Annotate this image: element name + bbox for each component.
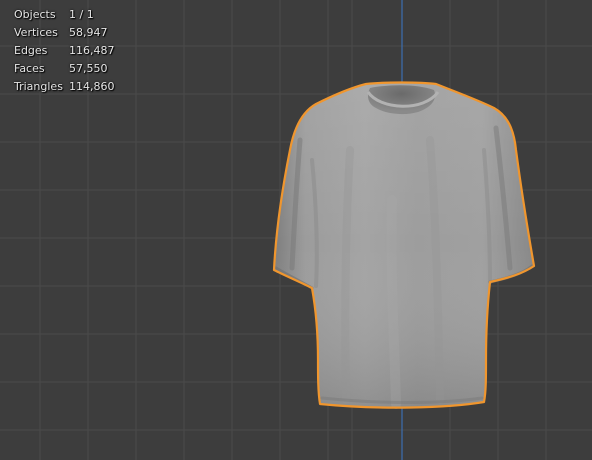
stat-row-edges: Edges 116,487	[14, 42, 115, 60]
stat-row-triangles: Triangles 114,860	[14, 78, 115, 96]
stat-label-objects: Objects	[14, 8, 56, 21]
stat-row-faces: Faces 57,550	[14, 60, 115, 78]
stat-label-edges: Edges	[14, 44, 48, 57]
3d-viewport[interactable]: Objects 1 / 1 Vertices 58,947 Edges 116,…	[0, 0, 592, 460]
stat-value-faces: 57,550	[69, 62, 108, 75]
stat-value-vertices: 58,947	[69, 26, 108, 39]
statistics-overlay: Objects 1 / 1 Vertices 58,947 Edges 116,…	[14, 6, 115, 96]
stat-row-objects: Objects 1 / 1	[14, 6, 115, 24]
stat-row-vertices: Vertices 58,947	[14, 24, 115, 42]
stat-label-vertices: Vertices	[14, 26, 58, 39]
stat-value-edges: 116,487	[69, 44, 115, 57]
stat-value-triangles: 114,860	[69, 80, 115, 93]
stat-label-triangles: Triangles	[14, 80, 63, 93]
stat-value-objects: 1 / 1	[69, 8, 94, 21]
stat-label-faces: Faces	[14, 62, 45, 75]
